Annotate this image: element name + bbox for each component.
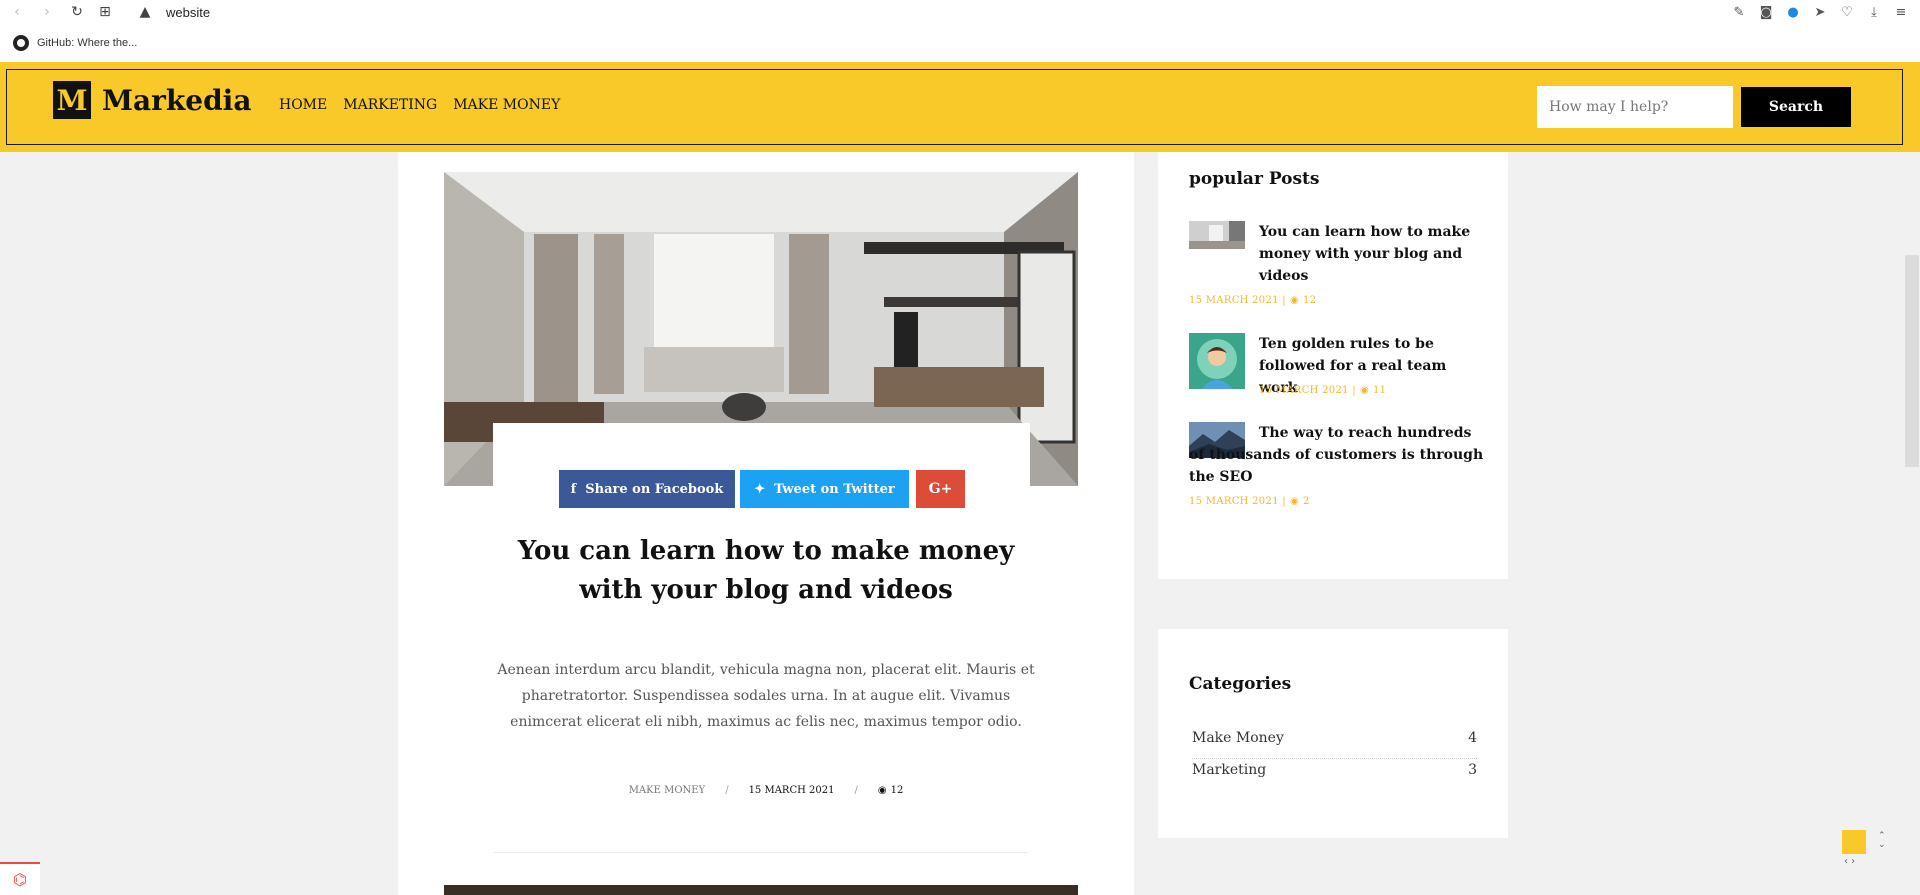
forward-icon[interactable]: › — [36, 1, 58, 23]
edit-icon[interactable]: ✎ — [1730, 1, 1748, 23]
category-name: Marketing — [1192, 762, 1267, 778]
category-count: 4 — [1468, 730, 1477, 746]
google-plus-icon: G+ — [928, 481, 953, 497]
popular-posts-widget: popular Posts You can learn how to make … — [1158, 152, 1508, 579]
article-date[interactable]: 15 MARCH 2021 — [749, 785, 835, 796]
meta-separator: / — [854, 785, 858, 796]
shield-icon[interactable]: ● — [1784, 1, 1802, 23]
back-icon[interactable]: ‹ — [6, 1, 28, 23]
download-icon[interactable]: ⤓ — [1865, 1, 1883, 23]
categories-widget: Categories Make Money 4 Marketing 3 — [1158, 629, 1508, 838]
facebook-icon: f — [570, 481, 577, 497]
share-google-plus-button[interactable]: G+ — [916, 470, 965, 508]
heart-icon[interactable]: ♡ — [1838, 1, 1856, 23]
browser-actions: ✎ ◙ ● ➤ ♡ ⤓ ≡ — [1730, 0, 1910, 24]
twitter-icon: ✦ — [754, 481, 766, 497]
bookmark-label: GitHub: Where the... — [37, 37, 138, 49]
popular-post-meta: 15 MARCH 2021 | ◉ 12 — [1189, 295, 1316, 306]
logo-mark-icon: M — [53, 81, 91, 119]
scroll-arrows-icon[interactable]: ⌃ ⌄ — [1878, 832, 1886, 850]
categories-title: Categories — [1189, 674, 1292, 694]
eye-icon: ◉ — [877, 785, 887, 796]
meta-separator: / — [725, 785, 729, 796]
eye-icon: ◉ — [1289, 496, 1299, 507]
share-facebook-button[interactable]: f Share on Facebook — [559, 470, 735, 508]
popular-post-date: 15 MARCH 2021 | — [1189, 496, 1286, 507]
logo-text: Markedia — [102, 83, 252, 117]
popular-post-thumb[interactable] — [1189, 221, 1245, 249]
popular-post-views: 2 — [1302, 496, 1310, 507]
article-card: f Share on Facebook ✦ Tweet on Twitter G… — [398, 152, 1134, 895]
nav-marketing[interactable]: MARKETING — [343, 97, 437, 113]
back-to-top-button[interactable] — [1842, 830, 1866, 854]
pager-arrows-icon[interactable]: ‹ › — [1844, 856, 1855, 867]
warning-icon[interactable]: ▲ — [134, 1, 156, 23]
popular-post-views: 12 — [1302, 295, 1317, 306]
send-icon[interactable]: ➤ — [1811, 1, 1829, 23]
category-name: Make Money — [1192, 730, 1284, 746]
popular-post-title[interactable]: You can learn how to make money with you… — [1259, 221, 1489, 287]
article-meta: MAKE MONEY / 15 MARCH 2021 / ◉ 12 — [398, 785, 1134, 796]
category-divider — [1192, 758, 1477, 759]
reload-icon[interactable]: ↻ — [66, 1, 88, 23]
browser-toolbar: ‹ › ↻ ⊞ ▲ website ✎ ◙ ● ➤ ♡ ⤓ ≡ — [0, 0, 1920, 24]
category-count: 3 — [1468, 762, 1477, 778]
search-button[interactable]: Search — [1741, 87, 1851, 127]
site-logo[interactable]: M Markedia — [53, 81, 251, 119]
bookmarks-bar: GitHub: Where the... — [0, 24, 1920, 62]
camera-icon[interactable]: ◙ — [1757, 1, 1775, 23]
tweet-twitter-label: Tweet on Twitter — [774, 481, 895, 497]
nav-home[interactable]: HOME — [279, 97, 327, 113]
tweet-twitter-button[interactable]: ✦ Tweet on Twitter — [740, 470, 909, 508]
github-icon — [13, 35, 29, 51]
share-facebook-label: Share on Facebook — [585, 481, 724, 497]
tabs-grid-icon[interactable]: ⊞ — [94, 1, 116, 23]
popular-post-views: 11 — [1372, 385, 1387, 396]
bookmark-github[interactable]: GitHub: Where the... — [13, 35, 137, 51]
eye-icon: ◉ — [1289, 295, 1299, 306]
search-input[interactable] — [1537, 86, 1733, 128]
menu-icon[interactable]: ≡ — [1892, 1, 1910, 23]
category-item[interactable]: Make Money 4 — [1192, 730, 1477, 746]
category-item[interactable]: Marketing 3 — [1192, 762, 1477, 778]
main-nav: HOME MARKETING MAKE MONEY — [279, 97, 560, 113]
popular-post-title[interactable]: The way to reach hundreds of thousands o… — [1189, 422, 1491, 488]
views-count: 12 — [890, 785, 904, 796]
laravel-debug-icon[interactable]: ⌬ — [0, 862, 40, 895]
popular-post-meta: 15 MARCH 2021 | ◉ 11 — [1259, 385, 1386, 396]
next-article-image[interactable] — [444, 885, 1078, 895]
article-divider — [494, 852, 1028, 853]
article-views: ◉ 12 — [878, 785, 903, 796]
popular-posts-title: popular Posts — [1189, 169, 1320, 189]
popular-post-meta: 15 MARCH 2021 | ◉ 2 — [1189, 496, 1310, 507]
popular-post-thumb[interactable] — [1189, 333, 1245, 389]
page-scrollbar[interactable] — [1905, 255, 1919, 467]
eye-icon: ◉ — [1359, 385, 1369, 396]
article-category[interactable]: MAKE MONEY — [629, 785, 706, 796]
popular-post-date: 15 MARCH 2021 | — [1259, 385, 1356, 396]
nav-make-money[interactable]: MAKE MONEY — [453, 97, 560, 113]
article-title[interactable]: You can learn how to make money with you… — [486, 532, 1046, 610]
address-bar[interactable]: website — [166, 5, 210, 20]
popular-post-date: 15 MARCH 2021 | — [1189, 295, 1286, 306]
article-excerpt: Aenean interdum arcu blandit, vehicula m… — [497, 662, 1035, 730]
